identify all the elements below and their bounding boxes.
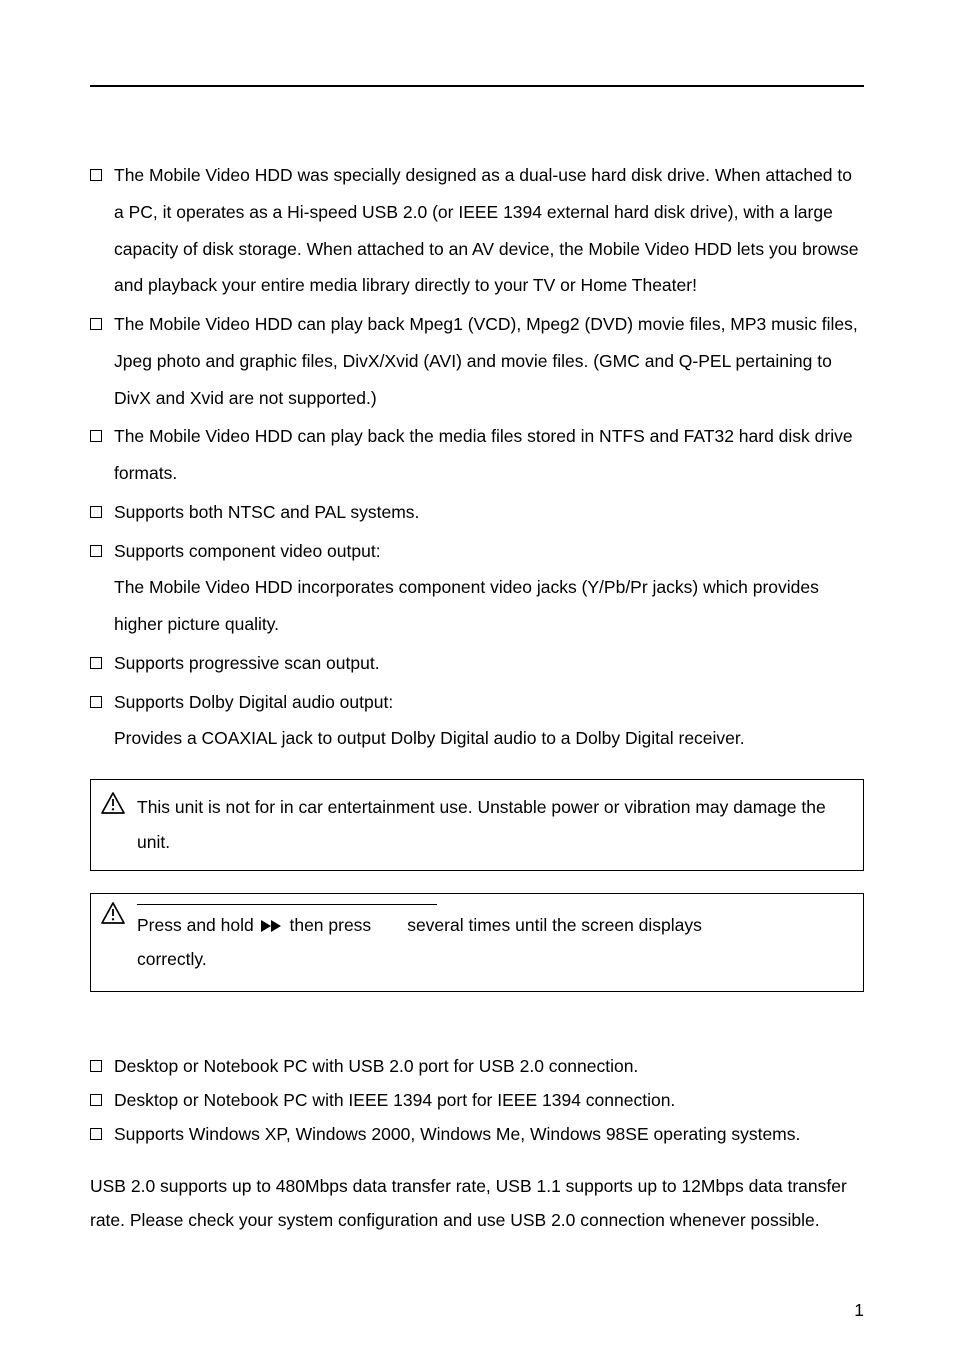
list-item-text: Supports both NTSC and PAL systems.	[114, 494, 864, 531]
list-item-text: Supports Windows XP, Windows 2000, Windo…	[114, 1118, 864, 1150]
list-item-text: Supports progressive scan output.	[114, 645, 864, 682]
notice-box-2: Press and hold then press several times …	[90, 893, 864, 992]
bullet-icon	[90, 1128, 102, 1140]
list-item-text: Desktop or Notebook PC with IEEE 1394 po…	[114, 1084, 864, 1116]
bullet-icon	[90, 318, 102, 330]
list-item: Supports Dolby Digital audio output:Prov…	[90, 684, 864, 758]
requirements-list: Desktop or Notebook PC with USB 2.0 port…	[90, 1050, 864, 1151]
notice-text-2: Press and hold then press several times …	[127, 900, 847, 977]
bullet-icon	[90, 1060, 102, 1072]
page-number: 1	[854, 1300, 864, 1321]
feature-list: The Mobile Video HDD was specially desig…	[90, 157, 864, 757]
warning-icon	[101, 792, 127, 814]
warning-icon	[101, 902, 127, 924]
notice2-pre: Press and hold	[137, 915, 259, 935]
list-item: Desktop or Notebook PC with IEEE 1394 po…	[90, 1084, 864, 1116]
notice-text: This unit is not for in car entertainmen…	[127, 790, 847, 860]
list-item: Desktop or Notebook PC with USB 2.0 port…	[90, 1050, 864, 1082]
list-item-text: Supports Dolby Digital audio output:Prov…	[114, 684, 864, 758]
list-item: The Mobile Video HDD was specially desig…	[90, 157, 864, 304]
bullet-icon	[90, 169, 102, 181]
ffwd-icon	[261, 910, 283, 943]
bullet-icon	[90, 430, 102, 442]
notice2-post-top: several times until the screen displays	[407, 909, 847, 943]
bullet-icon	[90, 657, 102, 669]
list-item: Supports Windows XP, Windows 2000, Windo…	[90, 1118, 864, 1150]
list-item-text: Supports component video output:The Mobi…	[114, 533, 864, 643]
list-item: The Mobile Video HDD can play back the m…	[90, 418, 864, 492]
notice2-post-bottom: correctly.	[137, 943, 847, 976]
list-item-text: The Mobile Video HDD can play back Mpeg1…	[114, 306, 864, 416]
usb-paragraph: USB 2.0 supports up to 480Mbps data tran…	[90, 1169, 864, 1237]
underline-rule	[137, 904, 437, 905]
bullet-icon	[90, 545, 102, 557]
list-item-text: The Mobile Video HDD was specially desig…	[114, 157, 864, 304]
horizontal-rule	[90, 85, 864, 87]
notice2-mid: then press	[285, 915, 372, 935]
bullet-icon	[90, 1094, 102, 1106]
bullet-icon	[90, 506, 102, 518]
list-item-text: The Mobile Video HDD can play back the m…	[114, 418, 864, 492]
list-item-text: Desktop or Notebook PC with USB 2.0 port…	[114, 1050, 864, 1082]
notice-box-1: This unit is not for in car entertainmen…	[90, 779, 864, 871]
list-item: Supports progressive scan output.	[90, 645, 864, 682]
list-item: Supports component video output:The Mobi…	[90, 533, 864, 643]
list-item: Supports both NTSC and PAL systems.	[90, 494, 864, 531]
list-item: The Mobile Video HDD can play back Mpeg1…	[90, 306, 864, 416]
bullet-icon	[90, 696, 102, 708]
